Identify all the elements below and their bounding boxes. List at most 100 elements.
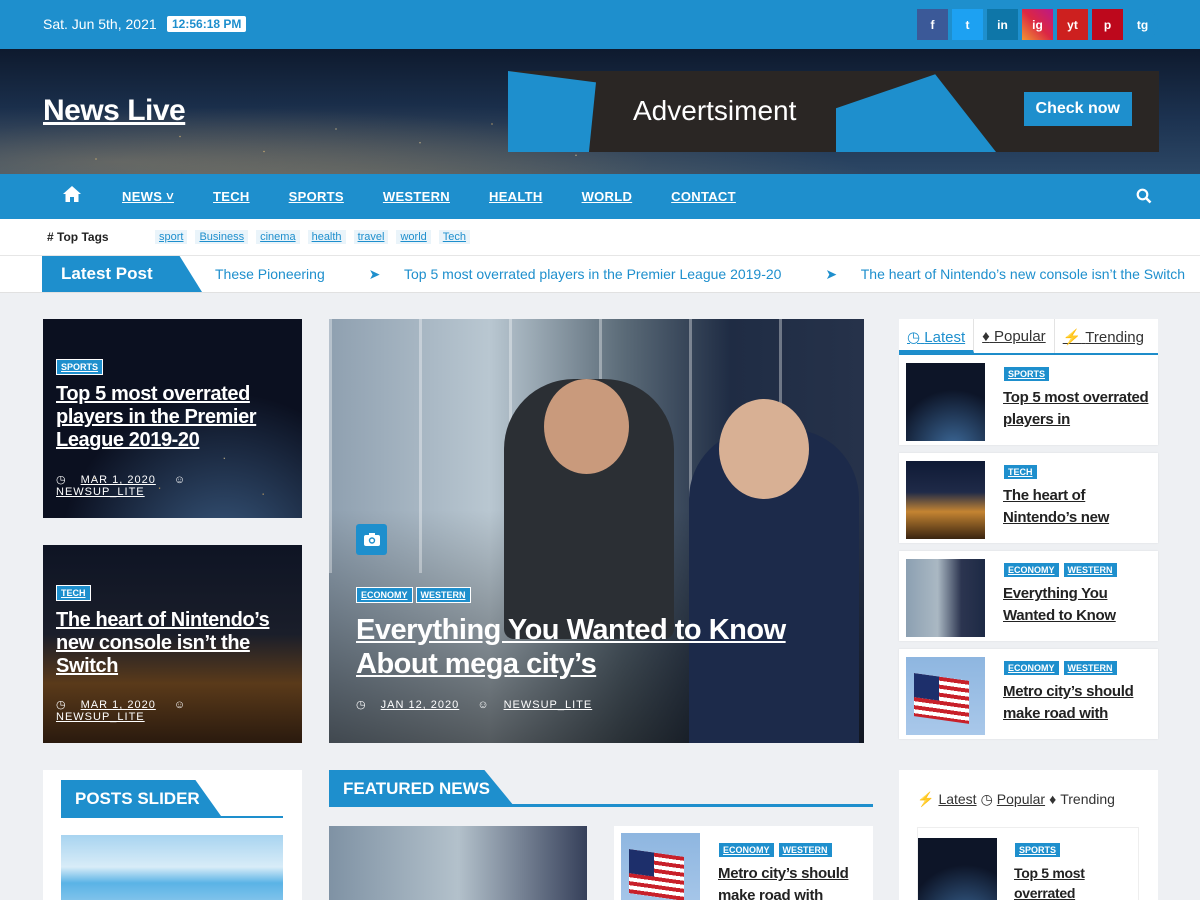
tag-business[interactable]: Business — [195, 230, 249, 244]
twitter-icon[interactable]: t — [952, 9, 983, 40]
tab-trending[interactable]: ⚡ Trending — [1055, 319, 1152, 353]
list-item[interactable]: ECONOMY WESTERN Metro city’s should make … — [899, 649, 1158, 739]
linkedin-icon[interactable]: in — [987, 9, 1018, 40]
tag-health[interactable]: health — [307, 230, 346, 244]
post-author[interactable]: NEWSUP_LITE — [504, 699, 593, 711]
category-badge[interactable]: WESTERN — [777, 842, 833, 858]
advertisement-banner[interactable]: Advertsiment Check now — [508, 71, 1159, 152]
post-card[interactable]: TECH The heart of Nintendo’s new console… — [43, 545, 302, 743]
post-title[interactable]: Everything You Wanted to Know — [1003, 583, 1152, 627]
nav-item-tech[interactable]: TECH — [213, 189, 250, 204]
category-badge[interactable]: WESTERN — [1062, 660, 1118, 676]
site-header: News Live Advertsiment Check now — [0, 49, 1200, 174]
fire-icon: ♦ — [982, 328, 990, 345]
category-badge[interactable]: ECONOMY — [356, 587, 413, 603]
posts-slider-widget: POSTS SLIDER — [43, 770, 302, 900]
post-author[interactable]: NEWSUP_LITE — [56, 486, 145, 498]
ticker-item[interactable]: ➤ Top 5 most overrated players in the Pr… — [369, 266, 802, 282]
category-badge[interactable]: SPORTS — [1003, 366, 1051, 382]
youtube-icon[interactable]: yt — [1057, 9, 1088, 40]
list-item[interactable]: ECONOMY WESTERN Metro city’s should make … — [614, 826, 873, 900]
clock-icon: ◷ — [907, 329, 921, 346]
tabbed-posts-widget: ◷ Latest ♦ Popular ⚡ Trending SPORTS Top… — [899, 319, 1158, 739]
home-icon[interactable] — [62, 185, 82, 203]
post-thumbnail[interactable] — [906, 461, 985, 539]
tag-world[interactable]: world — [396, 230, 431, 244]
post-title[interactable]: Top 5 most overrated players in — [1003, 387, 1152, 431]
tab-latest[interactable]: Latest — [938, 791, 976, 808]
section-divider — [61, 816, 283, 818]
site-logo[interactable]: News Live — [43, 94, 186, 128]
category-badge[interactable]: TECH — [56, 585, 91, 601]
post-title[interactable]: Top 5 most overrated — [1014, 863, 1134, 900]
post-author[interactable]: NEWSUP_LITE — [56, 711, 145, 723]
category-badge[interactable]: WESTERN — [415, 587, 471, 603]
bolt-icon: ⚡ — [1062, 329, 1082, 346]
post-thumbnail[interactable] — [906, 559, 985, 637]
flag-image — [913, 672, 970, 724]
social-links: f t in ig yt p tg — [917, 9, 1158, 40]
ticker-item[interactable]: ➤ The heart of Nintendo’s new console is… — [825, 266, 1200, 282]
category-badge[interactable]: ECONOMY — [718, 842, 775, 858]
pinterest-icon[interactable]: p — [1092, 9, 1123, 40]
main-navigation: NEWS ˅ TECH SPORTS WESTERN HEALTH WORLD … — [0, 174, 1200, 219]
post-date[interactable]: MAR 1, 2020 — [81, 474, 156, 486]
category-badge[interactable]: TECH — [1003, 464, 1038, 480]
category-badge[interactable]: ECONOMY — [1003, 660, 1060, 676]
post-card[interactable]: SPORTS Top 5 most overrated players in t… — [43, 319, 302, 518]
post-date[interactable]: MAR 1, 2020 — [81, 699, 156, 711]
tag-sport[interactable]: sport — [155, 230, 188, 244]
post-thumbnail[interactable] — [906, 657, 985, 735]
camera-icon — [356, 524, 387, 555]
tab-popular[interactable]: ♦ Popular — [974, 319, 1055, 353]
category-badge[interactable]: SPORTS — [1014, 842, 1062, 858]
category-badge[interactable]: WESTERN — [1062, 562, 1118, 578]
check-now-button[interactable]: Check now — [1023, 92, 1132, 126]
nav-item-contact[interactable]: CONTACT — [671, 189, 736, 204]
slider-image[interactable] — [61, 835, 283, 900]
instagram-icon[interactable]: ig — [1022, 9, 1053, 40]
featured-news-image[interactable] — [329, 826, 587, 900]
post-thumbnail[interactable] — [918, 838, 997, 900]
tag-travel[interactable]: travel — [353, 230, 389, 244]
featured-post-title[interactable]: Everything You Wanted to Know About mega… — [356, 613, 824, 681]
list-item[interactable]: SPORTS Top 5 most overrated players in — [899, 355, 1158, 445]
tab-trending[interactable]: Trending — [1060, 791, 1115, 808]
list-item[interactable]: ECONOMY WESTERN Everything You Wanted to … — [899, 551, 1158, 641]
tabbed-posts-widget: ⚡ Latest ◷ Popular ♦ Trending SPORTS Top 5 … — [899, 770, 1158, 900]
tab-popular[interactable]: Popular — [997, 791, 1045, 808]
post-title[interactable]: The heart of Nintendo’s new — [1003, 485, 1152, 529]
post-meta: ◷ JAN 12, 2020 ☺ NEWSUP_LITE — [356, 698, 606, 711]
search-icon[interactable] — [1136, 188, 1152, 204]
post-title[interactable]: Metro city’s should make road with — [1003, 681, 1152, 725]
nav-item-news[interactable]: NEWS ˅ — [122, 189, 174, 204]
ad-decoration — [508, 71, 596, 152]
ticker-item[interactable]: These Pioneering — [215, 266, 345, 282]
nav-item-sports[interactable]: SPORTS — [289, 189, 344, 204]
fire-icon: ♦ — [1049, 791, 1057, 807]
nav-item-health[interactable]: HEALTH — [489, 189, 543, 204]
feature-image — [719, 399, 809, 499]
facebook-icon[interactable]: f — [917, 9, 948, 40]
list-item[interactable]: TECH The heart of Nintendo’s new — [899, 453, 1158, 543]
post-thumbnail[interactable] — [621, 833, 700, 900]
user-icon: ☺ — [173, 474, 187, 486]
post-card-content: SPORTS Top 5 most overrated players in t… — [56, 357, 292, 452]
tab-bar: ⚡ Latest ◷ Popular ♦ Trending — [917, 791, 1115, 808]
tag-tech[interactable]: Tech — [438, 230, 471, 244]
telegram-icon[interactable]: tg — [1127, 9, 1158, 40]
tab-latest[interactable]: ◷ Latest — [899, 319, 975, 353]
featured-post[interactable]: ECONOMY WESTERN Everything You Wanted to … — [329, 319, 864, 743]
post-title[interactable]: Metro city’s should make road with — [718, 863, 867, 900]
category-badge[interactable]: SPORTS — [56, 359, 104, 375]
post-title[interactable]: The heart of Nintendo’s new console isn’… — [56, 609, 292, 678]
post-title[interactable]: Top 5 most overrated players in the Prem… — [56, 383, 292, 452]
category-badge[interactable]: ECONOMY — [1003, 562, 1060, 578]
post-date[interactable]: JAN 12, 2020 — [381, 699, 460, 711]
nav-item-world[interactable]: WORLD — [582, 189, 633, 204]
tag-cinema[interactable]: cinema — [256, 230, 300, 244]
nav-item-western[interactable]: WESTERN — [383, 189, 450, 204]
list-item[interactable]: SPORTS Top 5 most overrated — [917, 827, 1139, 900]
post-thumbnail[interactable] — [906, 363, 985, 441]
top-tags-label: # Top Tags — [47, 230, 109, 244]
